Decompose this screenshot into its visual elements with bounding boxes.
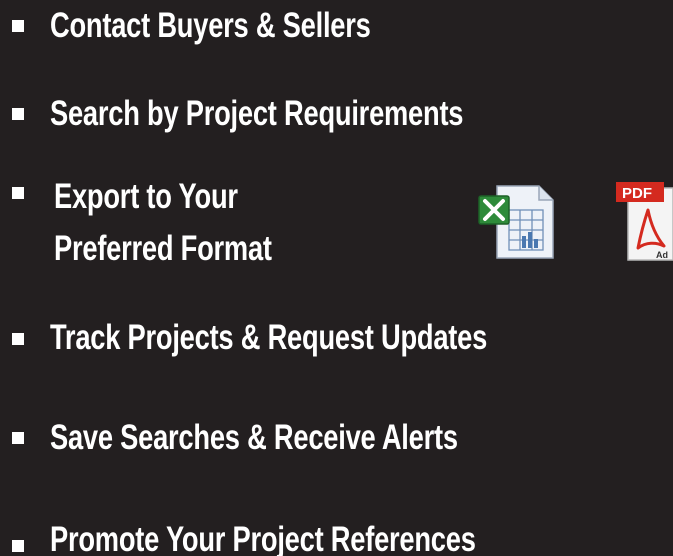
feature-slide: Contact Buyers & Sellers Search by Proje… [0,0,673,556]
pdf-corner-text: Ad [656,250,668,260]
excel-file-icon [478,185,554,259]
feature-search-requirements: Search by Project Requirements [50,94,464,133]
bullet-marker [12,540,24,552]
bullet-marker [12,187,24,199]
feature-export-line2: Preferred Format [54,229,272,268]
pdf-file-icon: PDF Ad [616,182,673,261]
bullet-marker [12,432,24,444]
feature-save-searches: Save Searches & Receive Alerts [50,418,458,457]
feature-promote-references: Promote Your Project References [50,520,476,556]
feature-export-line1: Export to Your [54,177,238,216]
bullet-marker [12,108,24,120]
feature-contact-buyers-sellers: Contact Buyers & Sellers [50,6,371,45]
pdf-badge-text: PDF [622,185,652,202]
bullet-marker [12,20,24,32]
feature-track-projects: Track Projects & Request Updates [50,318,488,357]
bullet-marker [12,333,24,345]
